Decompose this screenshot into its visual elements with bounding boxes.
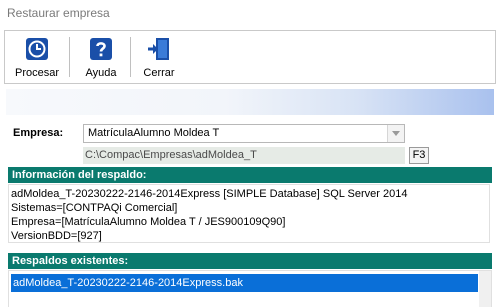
empresa-path-text: C:\Compac\Empresas\adMoldea_T (85, 149, 257, 161)
backups-section-header: Respaldos existentes: (8, 253, 492, 269)
empresa-label: Empresa: (13, 127, 64, 139)
empresa-selected-value: MatrículaAlumno Moldea T (88, 127, 220, 139)
toolbar-divider (69, 37, 70, 77)
title-bar: Restaurar empresa (0, 0, 500, 27)
procesar-button[interactable]: Procesar (9, 33, 65, 83)
procesar-label: Procesar (14, 67, 60, 79)
info-box: adMoldea_T-20230222-2146-2014Express [SI… (8, 184, 490, 243)
clock-icon (26, 38, 48, 60)
info-line: VersionBDD=[927] (11, 230, 102, 242)
backups-list[interactable]: adMoldea_T-20230222-2146-2014Express.bak (8, 270, 492, 307)
header-band (6, 89, 494, 115)
info-line: adMoldea_T-20230222-2146-2014Express [SI… (11, 188, 408, 200)
info-line: Empresa=[MatrículaAlumno Moldea T / JES9… (11, 216, 286, 228)
empresa-dropdown[interactable]: MatrículaAlumno Moldea T (83, 124, 405, 143)
cerrar-label: Cerrar (143, 67, 175, 79)
chevron-down-icon[interactable] (387, 125, 404, 142)
help-icon (90, 38, 112, 60)
cerrar-button[interactable]: Cerrar (133, 33, 185, 83)
info-line: Sistemas=[CONTPAQi Comercial] (11, 202, 178, 214)
ayuda-label: Ayuda (85, 67, 117, 79)
list-item[interactable]: adMoldea_T-20230222-2146-2014Express.bak (11, 274, 478, 292)
toolbar-divider (130, 37, 131, 77)
f3-button[interactable]: F3 (409, 147, 429, 164)
scrollbar[interactable] (479, 271, 491, 307)
empresa-path-field: C:\Compac\Empresas\adMoldea_T (83, 147, 405, 164)
window-title: Restaurar empresa (7, 6, 110, 20)
info-section-header: Información del respaldo: (8, 167, 492, 183)
toolbar: Procesar Ayuda Cerrar (4, 30, 496, 84)
ayuda-button[interactable]: Ayuda (75, 33, 127, 83)
exit-door-icon (148, 38, 169, 60)
